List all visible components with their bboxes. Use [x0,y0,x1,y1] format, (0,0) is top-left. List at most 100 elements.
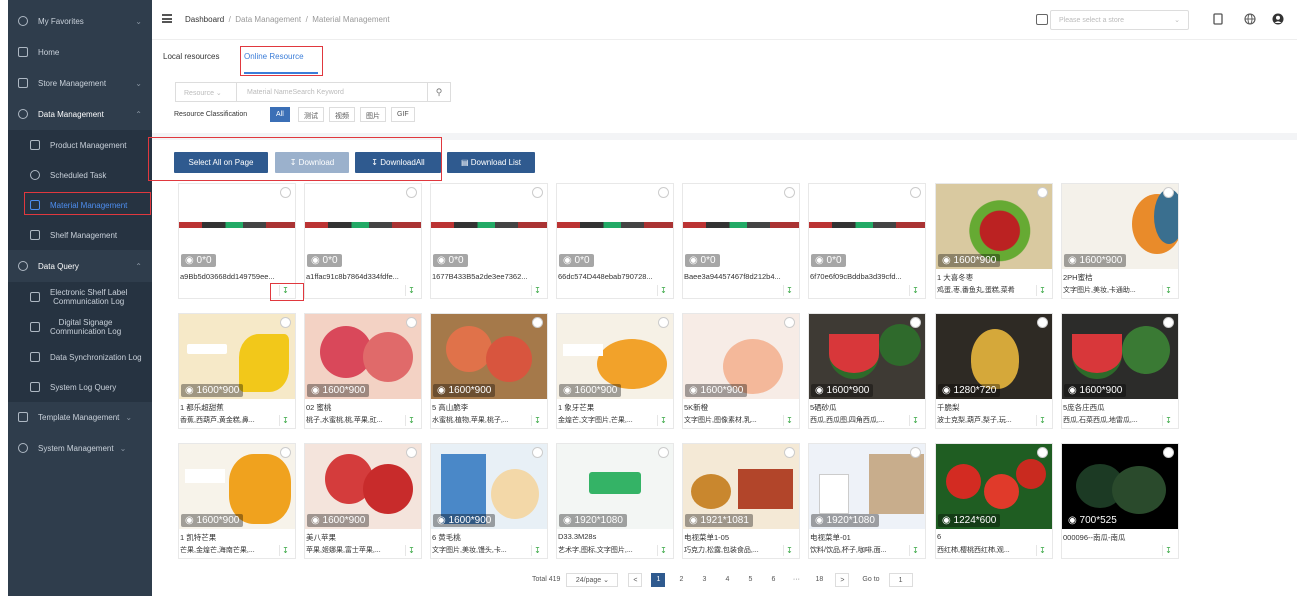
sidebar-item-scheduled-task[interactable]: Scheduled Task [8,160,152,190]
select-radio[interactable] [1163,447,1174,458]
download-icon[interactable]: ↧ [909,545,921,556]
select-radio[interactable] [658,447,669,458]
page-ellipsis[interactable]: ··· [789,573,803,587]
resource-card[interactable]: ◉ 1600*900 1 都乐超甜蕉 香蕉,西葫芦,黄金糕,鼻... ↧ [178,313,296,429]
select-radio[interactable] [658,187,669,198]
select-radio[interactable] [910,447,921,458]
resource-card[interactable]: ◉ 1920*1080 D33.3M28s 艺术字,图标,文字图片,... ↧ [556,443,674,559]
resource-card[interactable]: ◉ 1280*720 千脆梨 波士克梨,葫芦,梨子,玩... ↧ [935,313,1053,429]
select-radio[interactable] [1037,187,1048,198]
select-radio[interactable] [532,317,543,328]
sidebar-item-favorites[interactable]: My Favorites ⌄ [8,6,152,36]
download-icon[interactable]: ↧ [783,545,795,556]
download-icon[interactable]: ↧ [1036,285,1048,296]
download-icon[interactable]: ↧ [783,285,795,296]
resource-card[interactable]: ◉ 1600*900 6 黄毛桃 文字图片,美妆,馒头,卡... ↧ [430,443,548,559]
select-radio[interactable] [406,187,417,198]
select-radio[interactable] [280,317,291,328]
sidebar-item-data-sync-log[interactable]: Data Synchronization Log [8,342,152,372]
tablet-icon[interactable] [1212,13,1224,25]
page-button[interactable]: 18 [812,573,826,587]
download-icon[interactable]: ↧ [1162,545,1174,556]
sidebar-item-data-management[interactable]: Data Management ⌃ [8,99,152,129]
download-icon[interactable]: ↧ [909,285,921,296]
page-button[interactable]: 3 [697,573,711,587]
download-button[interactable]: ↧ Download [275,152,349,173]
download-icon[interactable]: ↧ [405,415,417,426]
download-icon[interactable]: ↧ [783,415,795,426]
download-icon[interactable]: ↧ [531,415,543,426]
sidebar-item-system-management[interactable]: System Management ⌄ [8,433,152,463]
download-icon[interactable]: ↧ [405,285,417,296]
prev-page-button[interactable]: < [628,573,643,587]
resource-card[interactable]: ◉ 0*0 a9Bb5d03668dd149759ee... ↧ [178,183,296,299]
select-radio[interactable] [1163,317,1174,328]
sidebar-item-product-management[interactable]: Product Management [8,130,152,160]
resource-card[interactable]: ◉ 1600*900 1 凯特芒果 芒果,金煌芒,海南芒果,... ↧ [178,443,296,559]
tab-local-resources[interactable]: Local resources [163,52,219,61]
sidebar-item-template-management[interactable]: Template Management ⌄ [8,402,152,432]
search-button[interactable]: ⚲ [427,82,451,102]
sidebar-item-shelf-management[interactable]: Shelf Management [8,220,152,250]
download-all-button[interactable]: ↧ DownloadAll [355,152,441,173]
sidebar-item-esl-log[interactable]: Electronic Shelf Label Communication Log [8,282,152,312]
resource-card[interactable]: ◉ 1920*1080 电视菜单-01 饮料/饮品,杯子,咖啡,面... ↧ [808,443,926,559]
breadcrumb-item[interactable]: Dashboard [185,15,224,24]
resource-card[interactable]: ◉ 1600*900 1 象牙芒果 金煌芒,文字图片,芒果,... ↧ [556,313,674,429]
page-button[interactable]: 6 [766,573,780,587]
select-radio[interactable] [532,187,543,198]
resource-card[interactable]: ◉ 700*525 000096--南瓜-南瓜 ↧ [1061,443,1179,559]
resource-card[interactable]: ◉ 1921*1081 电视菜单1-05 巧克力,松露,包装食品,... ↧ [682,443,800,559]
select-radio[interactable] [280,447,291,458]
chip-all[interactable]: All [270,107,290,122]
download-icon[interactable]: ↧ [909,415,921,426]
chip-test[interactable]: 测试 [298,107,324,122]
download-icon[interactable]: ↧ [1036,415,1048,426]
download-icon[interactable]: ↧ [531,285,543,296]
download-icon[interactable]: ↧ [279,415,291,426]
resource-card[interactable]: ◉ 0*0 66dc574D448ebab790728... ↧ [556,183,674,299]
resource-card[interactable]: ◉ 1600*900 5 高山脆李 水蜜桃,植物,苹果,桃子,... ↧ [430,313,548,429]
sidebar-item-data-query[interactable]: Data Query ⌃ [8,251,152,281]
resource-card[interactable]: ◉ 1600*900 1 大喜冬枣 鸡蛋,枣,番鱼丸,蛋糕,菜肴 ↧ [935,183,1053,299]
resource-card[interactable]: ◉ 0*0 Baee3a94457467f8d212b4... ↧ [682,183,800,299]
select-radio[interactable] [910,317,921,328]
select-radio[interactable] [784,317,795,328]
select-radio[interactable] [1163,187,1174,198]
select-radio[interactable] [658,317,669,328]
page-button[interactable]: 4 [720,573,734,587]
select-radio[interactable] [784,187,795,198]
resource-card[interactable]: ◉ 0*0 6f70e6f09cBddba3d39cfd... ↧ [808,183,926,299]
resource-card[interactable]: ◉ 1600*900 5K新橙 文字图片,图像素材,乳... ↧ [682,313,800,429]
sidebar-item-signage-log[interactable]: Digital Signage Communication Log [8,312,152,342]
download-icon[interactable]: ↧ [1162,415,1174,426]
select-radio[interactable] [910,187,921,198]
select-radio[interactable] [406,317,417,328]
download-icon[interactable]: ↧ [531,545,543,556]
download-icon[interactable]: ↧ [657,285,669,296]
resource-card[interactable]: ◉ 1600*900 5庞各庄西瓜 西瓜,石菜西瓜,地雷瓜,... ↧ [1061,313,1179,429]
resource-card[interactable]: ◉ 1224*600 6 西红柿,樱桃西红柿,观... ↧ [935,443,1053,559]
download-icon[interactable]: ↧ [657,415,669,426]
chip-video[interactable]: 视频 [329,107,355,122]
sidebar-item-store-management[interactable]: Store Management ⌄ [8,68,152,98]
select-radio[interactable] [1037,317,1048,328]
resource-card[interactable]: ◉ 1600*900 美八苹果 苹果,姬娜果,富士苹果,... ↧ [304,443,422,559]
globe-icon[interactable] [1244,13,1256,25]
select-radio[interactable] [532,447,543,458]
page-button[interactable]: 2 [674,573,688,587]
search-input[interactable]: Material NameSearch Keyword [236,82,428,102]
download-icon[interactable]: ↧ [1162,285,1174,296]
goto-input[interactable]: 1 [888,573,913,587]
select-radio[interactable] [406,447,417,458]
menu-toggle-icon[interactable] [162,14,172,23]
page-button[interactable]: 1 [651,573,666,587]
resource-card[interactable]: ◉ 1600*900 02 蜜桃 桃子,水蜜桃,桃,苹果,豇... ↧ [304,313,422,429]
resource-type-select[interactable]: Resource ⌄ [175,82,237,102]
sidebar-item-home[interactable]: Home [8,37,152,67]
download-list-button[interactable]: ▤ Download List [447,152,535,173]
page-size-select[interactable]: 24/page ⌄ [566,573,619,587]
sidebar-item-system-log[interactable]: System Log Query [8,372,152,402]
download-icon[interactable]: ↧ [405,545,417,556]
resource-card[interactable]: ◉ 0*0 1677B433B5a2de3ee7362... ↧ [430,183,548,299]
